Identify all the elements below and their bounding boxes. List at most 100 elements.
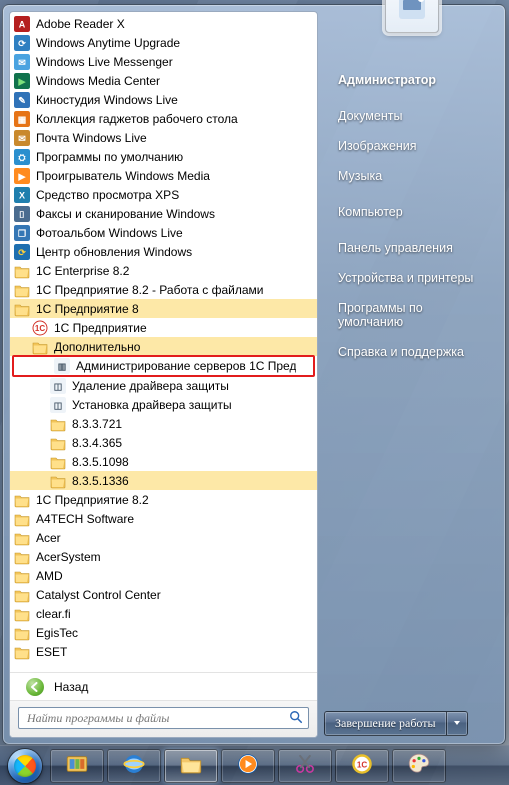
link-controlpanel[interactable]: Панель управления <box>328 233 495 263</box>
program-item[interactable]: ▶Windows Media Center <box>10 71 317 90</box>
program-item[interactable]: ⌷ Факсы и сканирование Windows <box>10 204 317 223</box>
link-computer[interactable]: Компьютер <box>328 197 495 227</box>
setup-icon: ◫ <box>50 378 66 394</box>
svg-text:⌷: ⌷ <box>19 209 24 219</box>
folder-icon <box>50 435 66 451</box>
adobe-icon: A <box>14 16 30 32</box>
program-folder[interactable]: 1C Enterprise 8.2 <box>10 261 317 280</box>
program-folder[interactable]: ESET <box>10 642 317 661</box>
program-folder[interactable]: A4TECH Software <box>10 509 317 528</box>
link-help[interactable]: Справка и поддержка <box>328 337 495 367</box>
svg-text:▶: ▶ <box>18 171 27 181</box>
shutdown-options-button[interactable] <box>447 711 468 736</box>
program-label: Факсы и сканирование Windows <box>36 207 215 221</box>
folder-version[interactable]: 8.3.4.365 <box>10 433 317 452</box>
taskbar-wmp-button[interactable] <box>221 749 275 783</box>
link-devices[interactable]: Устройства и принтеры <box>328 263 495 293</box>
program-item[interactable]: ⟳ Windows Anytime Upgrade <box>10 33 317 52</box>
program-item[interactable]: ◫Удаление драйвера защиты <box>10 376 317 395</box>
folder-version[interactable]: 8.3.5.1336 <box>10 471 317 490</box>
user-name-link[interactable]: Администратор <box>328 65 495 95</box>
program-item[interactable]: ▶Проигрыватель Windows Media <box>10 166 317 185</box>
all-programs-list[interactable]: A Adobe Reader X ⟳ Windows Anytime Upgrade ✉… <box>10 12 317 672</box>
program-label: Программы по умолчанию <box>36 150 183 164</box>
ie-icon <box>121 751 147 780</box>
taskbar-1c-button[interactable]: 1C <box>335 749 389 783</box>
svg-text:✉: ✉ <box>18 57 26 67</box>
program-item[interactable]: ⛭Программы по умолчанию <box>10 147 317 166</box>
app-1c-predpriyatie[interactable]: 1C 1С Предприятие <box>10 318 317 337</box>
program-item[interactable]: ▦ Коллекция гаджетов рабочего стола <box>10 109 317 128</box>
folder-label: clear.fi <box>36 607 71 621</box>
setup-icon: ◫ <box>50 397 66 413</box>
program-item[interactable]: A Adobe Reader X <box>10 14 317 33</box>
folder-label: Дополнительно <box>54 340 140 354</box>
program-item[interactable]: ◫Установка драйвера защиты <box>10 395 317 414</box>
svg-text:X: X <box>19 190 25 200</box>
program-folder[interactable]: AMD <box>10 566 317 585</box>
svg-text:▦: ▦ <box>18 114 27 124</box>
photo-icon: ❐ <box>14 225 30 241</box>
shutdown-button[interactable]: Завершение работы <box>324 711 447 736</box>
program-item[interactable]: ✉Windows Live Messenger <box>10 52 317 71</box>
program-folder[interactable]: EgisTec <box>10 623 317 642</box>
taskbar-libraries-button[interactable] <box>50 749 104 783</box>
folder-version[interactable]: 8.3.3.721 <box>10 414 317 433</box>
program-folder[interactable]: 1С Предприятие 8.2 <box>10 490 317 509</box>
link-documents[interactable]: Документы <box>328 101 495 131</box>
program-label: Коллекция гаджетов рабочего стола <box>36 112 238 126</box>
taskbar-ie-button[interactable] <box>107 749 161 783</box>
back-button[interactable]: Назад <box>10 672 317 700</box>
wmp-icon <box>235 751 261 780</box>
svg-text:A: A <box>19 19 26 29</box>
paint-icon <box>406 751 432 780</box>
program-item[interactable]: XСредство просмотра XPS <box>10 185 317 204</box>
user-picture <box>385 0 439 33</box>
program-item[interactable]: ❐ Фотоальбом Windows Live <box>10 223 317 242</box>
program-label: Фотоальбом Windows Live <box>36 226 183 240</box>
svg-text:⟳: ⟳ <box>18 247 26 257</box>
program-folder[interactable]: Catalyst Control Center <box>10 585 317 604</box>
folder-dopolnitelno[interactable]: Дополнительно <box>10 337 317 356</box>
taskbar[interactable]: 1C <box>0 745 509 785</box>
folder-icon <box>14 625 30 641</box>
taskbar-paint-button[interactable] <box>392 749 446 783</box>
folder-icon <box>50 454 66 470</box>
program-folder[interactable]: 1С Предприятие 8.2 - Работа с файлами <box>10 280 317 299</box>
user-picture-frame[interactable] <box>324 13 499 59</box>
program-item[interactable]: ✉Почта Windows Live <box>10 128 317 147</box>
folder-1c-predpriyatie-8[interactable]: 1С Предприятие 8 <box>10 299 317 318</box>
taskbar-snip-button[interactable] <box>278 749 332 783</box>
anytime-icon: ⟳ <box>14 35 30 51</box>
program-folder[interactable]: Acer <box>10 528 317 547</box>
folder-label: 8.3.4.365 <box>72 436 122 450</box>
start-button[interactable] <box>4 747 46 785</box>
program-folder[interactable]: clear.fi <box>10 604 317 623</box>
app-admin-servers-1c[interactable]: ▥Администрирование серверов 1С Пред <box>12 355 315 377</box>
svg-text:❐: ❐ <box>18 228 26 238</box>
link-pictures[interactable]: Изображения <box>328 131 495 161</box>
program-folder[interactable]: AcerSystem <box>10 547 317 566</box>
folder-icon <box>14 530 30 546</box>
program-item[interactable]: ✎Киностудия Windows Live <box>10 90 317 109</box>
search-icon[interactable] <box>288 710 304 727</box>
program-label: Windows Anytime Upgrade <box>36 36 180 50</box>
folder-version[interactable]: 8.3.5.1098 <box>10 452 317 471</box>
program-item[interactable]: ⟳Центр обновления Windows <box>10 242 317 261</box>
program-label: Adobe Reader X <box>36 17 125 31</box>
search-row <box>10 700 317 737</box>
folder-label: EgisTec <box>36 626 78 640</box>
windows-orb-icon <box>8 749 42 783</box>
shutdown-split-button: Завершение работы <box>324 711 468 736</box>
search-input[interactable] <box>25 710 288 727</box>
gadgets-icon: ▦ <box>14 111 30 127</box>
svg-text:⟳: ⟳ <box>18 38 26 48</box>
1c-icon: 1C <box>349 751 375 780</box>
taskbar-explorer-button[interactable] <box>164 749 218 783</box>
search-box[interactable] <box>18 707 309 729</box>
app-label: 1С Предприятие <box>54 321 147 335</box>
link-music[interactable]: Музыка <box>328 161 495 191</box>
link-defaults[interactable]: Программы по умолчанию <box>328 293 495 337</box>
open-folder-icon <box>32 339 48 355</box>
snip-icon <box>292 751 318 780</box>
